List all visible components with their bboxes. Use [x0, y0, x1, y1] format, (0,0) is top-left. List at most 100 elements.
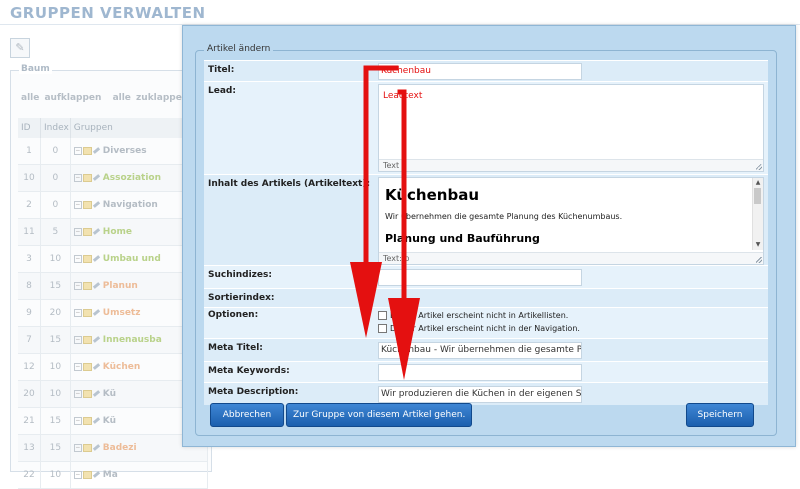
table-row[interactable]: 2 0− Navigation	[18, 191, 209, 219]
edit-icon[interactable]	[92, 363, 100, 370]
expand-toggle-icon[interactable]: −	[73, 443, 82, 452]
expand-toggle-icon[interactable]: −	[73, 146, 82, 155]
folder-icon	[82, 254, 92, 263]
edit-icon[interactable]	[92, 471, 100, 478]
sort-index-label: Sortierindex:	[208, 293, 275, 303]
expand-toggle-icon[interactable]: −	[73, 281, 82, 290]
table-row[interactable]: 21 15− Kü	[18, 407, 209, 435]
table-row[interactable]: 3 10− Umbau und	[18, 245, 209, 273]
table-row[interactable]: 22 10− Ma	[18, 461, 209, 489]
scroll-thumb[interactable]	[754, 188, 761, 204]
table-row[interactable]: 10 0− Assoziation	[18, 164, 209, 192]
row-index: 10	[40, 353, 71, 381]
row-id: 10	[18, 164, 41, 192]
group-name[interactable]: Umsetz	[103, 308, 141, 318]
column-header-id: ID	[18, 118, 41, 138]
edit-icon[interactable]	[92, 309, 100, 316]
sort-index-input[interactable]	[378, 291, 412, 308]
expand-toggle-icon[interactable]: −	[73, 173, 82, 182]
expand-toggle-icon[interactable]: −	[73, 362, 82, 371]
lead-statusbar: Text	[379, 159, 763, 171]
group-name[interactable]: Kü	[103, 416, 116, 426]
row-id: 13	[18, 434, 41, 462]
meta-description-input[interactable]: Wir produzieren die Küchen in der eigene…	[378, 386, 582, 403]
row-index: 15	[40, 326, 71, 354]
edit-icon[interactable]	[92, 444, 100, 451]
meta-title-row: Meta Titel: Küchenbau - Wir übernehmen d…	[204, 338, 768, 361]
option-hide-in-lists[interactable]: Dieser Artikel erscheint nicht in Artike…	[378, 311, 568, 320]
expand-toggle-icon[interactable]: −	[73, 335, 82, 344]
group-name[interactable]: Diverses	[103, 146, 147, 156]
body-editor[interactable]: Küchenbau Wir übernehmen die gesamte Pla…	[378, 177, 764, 265]
lead-textarea[interactable]: Leadtext Text	[378, 84, 764, 172]
expand-toggle-icon[interactable]: −	[73, 227, 82, 236]
group-name[interactable]: Kü	[103, 389, 116, 399]
edit-icon[interactable]	[92, 282, 100, 289]
expand-toggle-icon[interactable]: −	[73, 389, 82, 398]
scroll-down-icon[interactable]: ▼	[753, 240, 763, 250]
expand-toggle-icon[interactable]: −	[73, 416, 82, 425]
save-button[interactable]: Speichern	[686, 403, 754, 427]
edit-icon[interactable]	[92, 228, 100, 235]
checkbox-hide-in-navigation[interactable]	[378, 324, 387, 333]
lead-text: Leadtext	[383, 91, 423, 101]
editor-scrollbar[interactable]: ▲ ▼	[752, 178, 763, 250]
group-name[interactable]: Planun	[103, 281, 138, 291]
meta-keywords-input[interactable]	[378, 364, 582, 381]
edit-icon[interactable]	[92, 390, 100, 397]
group-name[interactable]: Küchen	[103, 362, 140, 372]
table-row[interactable]: 11 5− Home	[18, 218, 209, 246]
scroll-up-icon[interactable]: ▲	[753, 178, 763, 188]
option-hide-in-navigation[interactable]: Dieser Artikel erscheint nicht in der Na…	[378, 324, 580, 333]
folder-icon	[82, 470, 92, 479]
cancel-button[interactable]: Abbrechen	[210, 403, 284, 427]
group-name[interactable]: Badezi	[103, 443, 137, 453]
meta-title-input[interactable]: Küchenbau - Wir übernehmen die gesamte P…	[378, 342, 582, 359]
expand-toggle-icon[interactable]: −	[73, 254, 82, 263]
editor-content[interactable]: Küchenbau Wir übernehmen die gesamte Pla…	[381, 180, 749, 250]
edit-icon[interactable]	[92, 174, 100, 181]
lead-row: Lead: Leadtext Text	[204, 81, 768, 174]
title-label: Titel:	[208, 65, 235, 75]
group-name[interactable]: Umbau und	[103, 254, 161, 264]
edit-icon[interactable]	[92, 255, 100, 262]
edit-icon[interactable]	[92, 147, 100, 154]
table-row[interactable]: 8 15− Planun	[18, 272, 209, 300]
title-input[interactable]: Küchenbau	[378, 63, 582, 80]
sort-index-row: Sortierindex:	[204, 288, 768, 307]
row-id: 11	[18, 218, 41, 246]
table-row[interactable]: 9 20− Umsetz	[18, 299, 209, 327]
collapse-all-link[interactable]: alle zuklappen	[113, 93, 189, 103]
table-row[interactable]: 13 15− Badezi	[18, 434, 209, 462]
edit-tool-icon[interactable]: ✎	[10, 38, 30, 58]
expand-toggle-icon[interactable]: −	[73, 470, 82, 479]
row-group[interactable]: − Ma	[70, 461, 209, 489]
expand-toggle-icon[interactable]: −	[73, 200, 82, 209]
edit-icon[interactable]	[92, 201, 100, 208]
resize-grip-icon[interactable]	[756, 257, 762, 263]
column-header-index: Index	[40, 118, 71, 138]
row-id: 2	[18, 191, 41, 219]
goto-group-button[interactable]: Zur Gruppe von diesem Artikel gehen.	[286, 403, 473, 427]
edit-icon[interactable]	[92, 336, 100, 343]
row-index: 15	[40, 434, 71, 462]
folder-icon	[82, 362, 92, 371]
expand-all-link[interactable]: alle aufklappen	[21, 93, 101, 103]
table-row[interactable]: 20 10− Kü	[18, 380, 209, 408]
group-name[interactable]: Innenausba	[103, 335, 162, 345]
resize-grip-icon[interactable]	[756, 164, 762, 170]
table-row[interactable]: 7 15− Innenausba	[18, 326, 209, 354]
title-row: Titel: Küchenbau	[204, 60, 768, 81]
folder-icon	[82, 389, 92, 398]
group-name[interactable]: Navigation	[103, 200, 158, 210]
expand-toggle-icon[interactable]: −	[73, 308, 82, 317]
group-name[interactable]: Home	[103, 227, 132, 237]
table-row[interactable]: 12 10− Küchen	[18, 353, 209, 381]
meta-description-row: Meta Description: Wir produzieren die Kü…	[204, 382, 768, 405]
edit-icon[interactable]	[92, 417, 100, 424]
table-row[interactable]: 1 0− Diverses	[18, 138, 209, 165]
group-name[interactable]: Assoziation	[103, 173, 161, 183]
checkbox-hide-in-lists[interactable]	[378, 311, 387, 320]
search-index-input[interactable]	[378, 269, 582, 286]
group-name[interactable]: Ma	[103, 470, 118, 480]
